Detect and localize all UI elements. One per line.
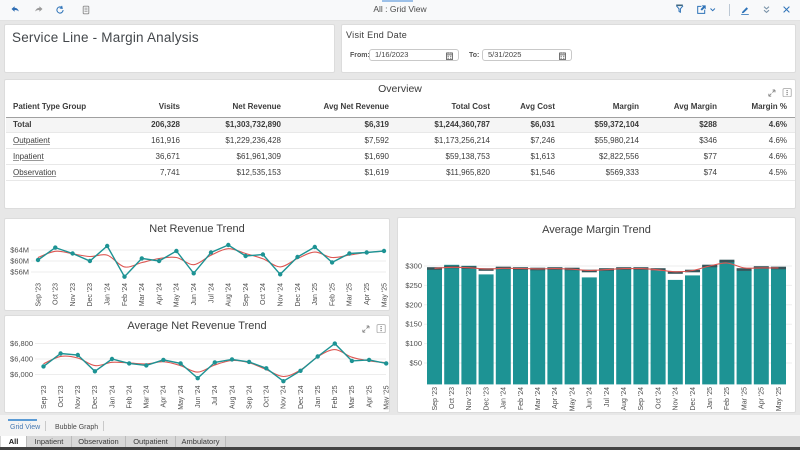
svg-text:Oct '24: Oct '24 bbox=[260, 283, 267, 305]
svg-text:Feb '24: Feb '24 bbox=[518, 387, 525, 410]
svg-text:Nov '23: Nov '23 bbox=[75, 385, 82, 409]
svg-text:Nov '23: Nov '23 bbox=[70, 283, 77, 307]
svg-text:Jan '24: Jan '24 bbox=[105, 283, 112, 305]
svg-text:Jun '24: Jun '24 bbox=[195, 385, 202, 407]
svg-text:$6,000: $6,000 bbox=[10, 370, 33, 379]
svg-text:Oct '24: Oct '24 bbox=[655, 387, 662, 409]
svg-text:May '25: May '25 bbox=[384, 385, 390, 409]
svg-text:Dec '23: Dec '23 bbox=[87, 283, 94, 307]
svg-text:May '24: May '24 bbox=[569, 387, 576, 411]
svg-text:Sep '24: Sep '24 bbox=[638, 387, 645, 411]
svg-text:May '24: May '24 bbox=[174, 283, 181, 307]
svg-text:Jul '24: Jul '24 bbox=[212, 385, 219, 405]
svg-text:Dec '23: Dec '23 bbox=[483, 387, 490, 411]
svg-text:Jan '24: Jan '24 bbox=[109, 385, 116, 407]
svg-text:Feb '25: Feb '25 bbox=[329, 283, 336, 306]
svg-text:Jul '24: Jul '24 bbox=[604, 387, 611, 407]
svg-text:Apr '25: Apr '25 bbox=[364, 283, 371, 305]
svg-text:Feb '24: Feb '24 bbox=[127, 385, 134, 408]
svg-text:Feb '25: Feb '25 bbox=[724, 387, 731, 410]
svg-text:$100: $100 bbox=[405, 339, 422, 348]
svg-text:Aug '24: Aug '24 bbox=[226, 283, 233, 307]
svg-text:$60M: $60M bbox=[10, 257, 29, 266]
svg-text:Apr '24: Apr '24 bbox=[552, 387, 559, 409]
svg-text:Sep '23: Sep '23 bbox=[432, 387, 439, 411]
svg-text:Oct '23: Oct '23 bbox=[53, 283, 60, 305]
svg-text:$64M: $64M bbox=[10, 246, 29, 255]
svg-text:May '25: May '25 bbox=[381, 283, 388, 307]
svg-text:May '24: May '24 bbox=[178, 385, 185, 409]
svg-text:Mar '25: Mar '25 bbox=[347, 283, 354, 306]
svg-text:Aug '24: Aug '24 bbox=[621, 387, 628, 411]
svg-text:Sep '23: Sep '23 bbox=[35, 283, 42, 307]
svg-text:Apr '25: Apr '25 bbox=[759, 387, 766, 409]
svg-text:Jul '24: Jul '24 bbox=[208, 283, 215, 303]
svg-text:Feb '24: Feb '24 bbox=[122, 283, 129, 306]
svg-text:May '25: May '25 bbox=[776, 387, 783, 411]
svg-text:Mar '24: Mar '24 bbox=[144, 385, 151, 408]
svg-text:$6,800: $6,800 bbox=[10, 339, 33, 348]
svg-text:$250: $250 bbox=[405, 281, 422, 290]
svg-text:Mar '25: Mar '25 bbox=[741, 387, 748, 410]
svg-text:$150: $150 bbox=[405, 320, 422, 329]
svg-text:Jun '24: Jun '24 bbox=[587, 387, 594, 409]
svg-text:Nov '24: Nov '24 bbox=[281, 385, 288, 409]
svg-text:Sep '24: Sep '24 bbox=[243, 283, 250, 307]
svg-text:Feb '25: Feb '25 bbox=[332, 385, 339, 408]
svg-text:$56M: $56M bbox=[10, 268, 29, 277]
svg-text:Nov '24: Nov '24 bbox=[278, 283, 285, 307]
svg-text:$200: $200 bbox=[405, 300, 422, 309]
svg-text:Jun '24: Jun '24 bbox=[191, 283, 198, 305]
svg-text:Jan '25: Jan '25 bbox=[312, 283, 319, 305]
svg-text:Nov '24: Nov '24 bbox=[673, 387, 680, 411]
svg-text:$6,400: $6,400 bbox=[10, 355, 33, 364]
svg-text:Aug '24: Aug '24 bbox=[229, 385, 236, 409]
svg-text:Apr '24: Apr '24 bbox=[161, 385, 168, 407]
svg-text:Dec '24: Dec '24 bbox=[298, 385, 305, 409]
svg-text:$300: $300 bbox=[405, 262, 422, 271]
svg-text:Sep '24: Sep '24 bbox=[246, 385, 253, 409]
svg-text:Oct '24: Oct '24 bbox=[264, 385, 271, 407]
svg-text:Oct '23: Oct '23 bbox=[58, 385, 65, 407]
svg-text:Dec '24: Dec '24 bbox=[690, 387, 697, 411]
svg-text:Jan '25: Jan '25 bbox=[315, 385, 322, 407]
svg-text:Apr '24: Apr '24 bbox=[156, 283, 163, 305]
svg-text:Jan '24: Jan '24 bbox=[501, 387, 508, 409]
svg-text:Mar '24: Mar '24 bbox=[139, 283, 146, 306]
svg-text:$50: $50 bbox=[409, 359, 422, 368]
svg-text:Nov '23: Nov '23 bbox=[466, 387, 473, 411]
svg-text:Jan '25: Jan '25 bbox=[707, 387, 714, 409]
svg-text:Apr '25: Apr '25 bbox=[366, 385, 373, 407]
svg-text:Dec '23: Dec '23 bbox=[92, 385, 99, 409]
svg-text:Mar '25: Mar '25 bbox=[349, 385, 356, 408]
svg-text:Sep '23: Sep '23 bbox=[41, 385, 48, 409]
svg-text:Dec '24: Dec '24 bbox=[295, 283, 302, 307]
svg-text:Oct '23: Oct '23 bbox=[449, 387, 456, 409]
svg-text:Mar '24: Mar '24 bbox=[535, 387, 542, 410]
